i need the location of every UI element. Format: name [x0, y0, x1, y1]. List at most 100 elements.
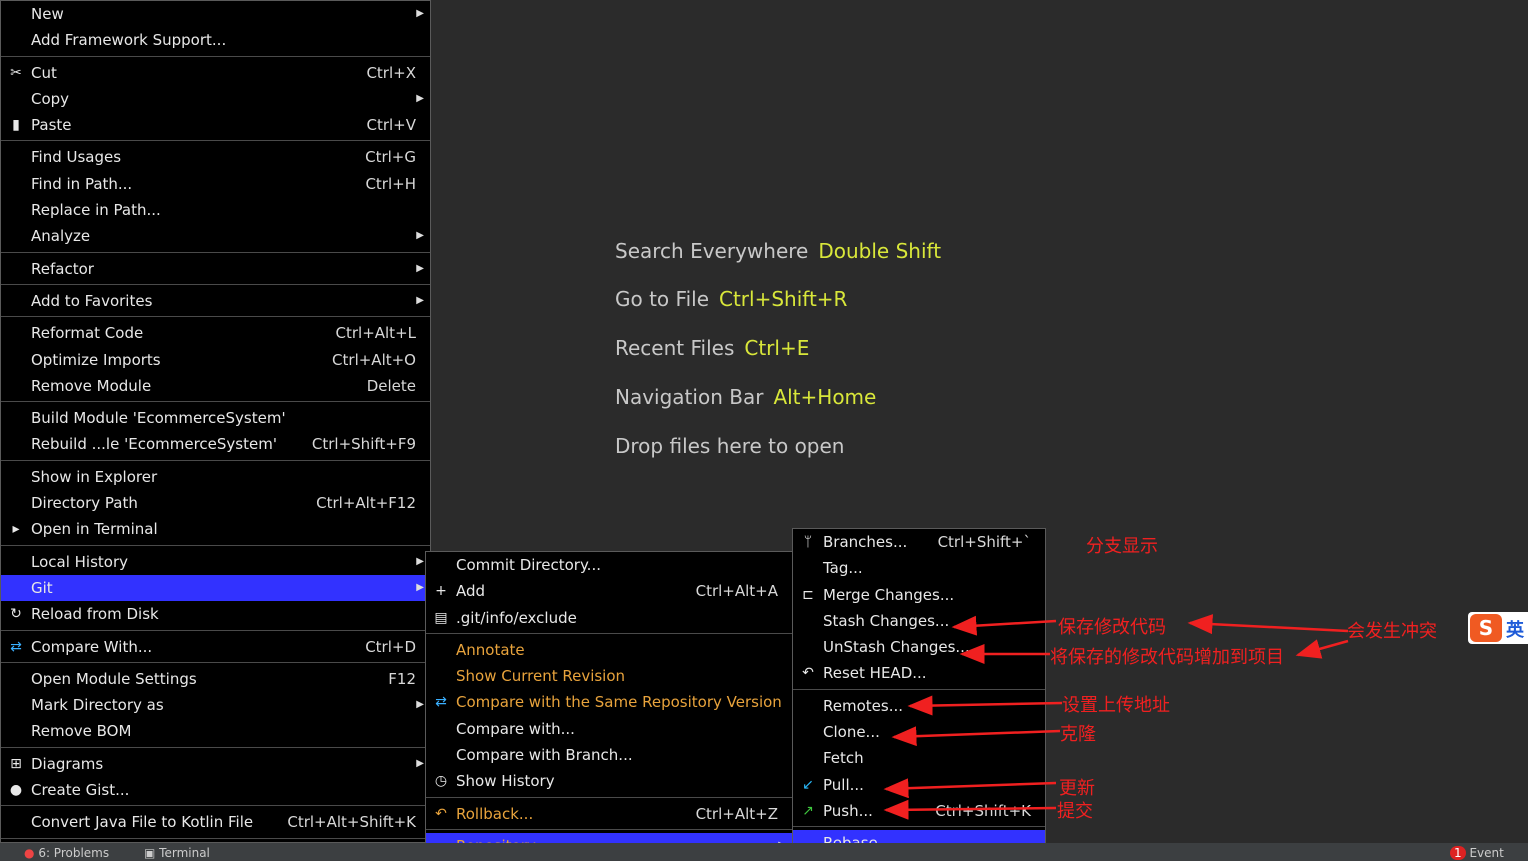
- menu-item-copy[interactable]: Copy ▶: [1, 86, 430, 112]
- menu-item-clone[interactable]: Clone...: [793, 719, 1045, 745]
- menu-item-convert-java-file-to-kotlin-file[interactable]: Convert Java File to Kotlin File Ctrl+Alt…: [1, 809, 430, 835]
- menu-item-local-history[interactable]: Local History ▶: [1, 549, 430, 575]
- menu-item-build-module-ecommercesystem[interactable]: Build Module 'EcommerceSystem': [1, 405, 430, 431]
- menu-item-git-info-exclude[interactable]: ▤ .git/info/exclude: [426, 605, 792, 631]
- menu-item-directory-path[interactable]: Directory Path Ctrl+Alt+F12: [1, 490, 430, 516]
- shortcut-label: Ctrl+Shift+F9: [311, 435, 416, 454]
- menu-item-rebuild-le-ecommercesystem[interactable]: Rebuild ...le 'EcommerceSystem' Ctrl+Shif…: [1, 431, 430, 457]
- menu-item-stash-changes[interactable]: Stash Changes...: [793, 608, 1045, 634]
- menu-item-compare-with[interactable]: Compare with...: [426, 716, 792, 742]
- scissors-icon: ✂: [10, 64, 22, 81]
- menu-item-compare-with-the-same-repository-version[interactable]: ⇄ Compare with the Same Repository Versio…: [426, 689, 792, 715]
- menu-item-analyze[interactable]: Analyze ▶: [1, 223, 430, 249]
- menu-item-show-history[interactable]: ◷ Show History: [426, 768, 792, 794]
- hint-recent-files: Recent Files Ctrl+E: [615, 336, 810, 360]
- menu-item-label: Show Current Revision: [456, 667, 626, 686]
- menu-item-add[interactable]: + Add Ctrl+Alt+A: [426, 578, 792, 604]
- submenu-arrow-icon: ▶: [416, 92, 424, 104]
- menu-item-remotes[interactable]: Remotes...: [793, 693, 1045, 719]
- context-menu: New ▶ Add Framework Support... ✂ Cut Ctrl+X Co…: [0, 0, 431, 861]
- event-log-tab[interactable]: 1 Event Log: [1450, 846, 1528, 861]
- terminal-tab[interactable]: ▣ Terminal: [144, 846, 210, 860]
- menu-item-remove-bom[interactable]: Remove BOM: [1, 718, 430, 744]
- menu-item-label: Add: [456, 582, 486, 601]
- reload-icon: ↻: [10, 606, 22, 623]
- menu-item-replace-in-path[interactable]: Replace in Path...: [1, 197, 430, 223]
- shortcut-label: Ctrl+Alt+O: [332, 350, 416, 369]
- clipboard-icon: ▮: [12, 117, 20, 134]
- menu-item-git[interactable]: Git ▶: [1, 574, 430, 602]
- branch-icon: ᛘ: [803, 534, 813, 550]
- menu-item-label: Reload from Disk: [31, 605, 159, 624]
- menu-item-label: Show History: [456, 772, 555, 791]
- menu-item-new[interactable]: New ▶: [1, 1, 430, 27]
- merge-icon: ⊏: [802, 586, 814, 603]
- shortcut-label: Ctrl+V: [366, 116, 416, 135]
- menu-item-find-usages[interactable]: Find Usages Ctrl+G: [1, 144, 430, 170]
- menu-item-optimize-imports[interactable]: Optimize Imports Ctrl+Alt+O: [1, 347, 430, 373]
- undo-icon: ↶: [435, 805, 447, 822]
- menu-item-label: Build Module 'EcommerceSystem': [31, 409, 286, 428]
- menu-item-unstash-changes[interactable]: UnStash Changes...: [793, 634, 1045, 660]
- menu-item-fetch[interactable]: Fetch: [793, 745, 1045, 771]
- menu-item-branches[interactable]: ᛘ Branches... Ctrl+Shift+`: [793, 529, 1045, 555]
- menu-item-label: Compare with...: [456, 719, 575, 738]
- menu-item-label: Git: [31, 578, 53, 597]
- submenu-arrow-icon: ▶: [416, 555, 424, 567]
- menu-item-show-in-explorer[interactable]: Show in Explorer: [1, 464, 430, 490]
- menu-item-commit-directory[interactable]: Commit Directory...: [426, 552, 792, 578]
- menu-item-tag[interactable]: Tag...: [793, 555, 1045, 581]
- menu-item-add-framework-support[interactable]: Add Framework Support...: [1, 27, 430, 53]
- menu-item-label: Remove Module: [31, 376, 152, 395]
- menu-item-show-current-revision[interactable]: Show Current Revision: [426, 663, 792, 689]
- submenu-arrow-icon: ▶: [416, 699, 424, 711]
- menu-item-mark-directory-as[interactable]: Mark Directory as ▶: [1, 692, 430, 718]
- menu-item-label: Find Usages: [31, 148, 122, 167]
- menu-item-reload-from-disk[interactable]: ↻ Reload from Disk: [1, 601, 430, 627]
- submenu-arrow-icon: ▶: [416, 262, 424, 274]
- arrow-conflict-unstash: [1295, 639, 1349, 659]
- menu-item-label: Replace in Path...: [31, 201, 161, 220]
- menu-item-create-gist[interactable]: ● Create Gist...: [1, 777, 430, 803]
- menu-item-label: Cut: [31, 63, 57, 82]
- menu-item-pull[interactable]: ↙ Pull...: [793, 772, 1045, 798]
- menu-item-merge-changes[interactable]: ⊏ Merge Changes...: [793, 582, 1045, 608]
- menu-item-label: Open in Terminal: [31, 520, 158, 539]
- undo-icon: ↶: [802, 665, 814, 682]
- annotation-clone: 克隆: [1060, 724, 1096, 745]
- menu-item-add-to-favorites[interactable]: Add to Favorites ▶: [1, 288, 430, 314]
- menu-item-label: .git/info/exclude: [456, 608, 577, 627]
- menu-item-paste[interactable]: ▮ Paste Ctrl+V: [1, 112, 430, 138]
- shortcut-label: Ctrl+Shift+K: [935, 801, 1031, 820]
- menu-item-compare-with[interactable]: ⇄ Compare With... Ctrl+D: [1, 634, 430, 660]
- menu-item-find-in-path[interactable]: Find in Path... Ctrl+H: [1, 171, 430, 197]
- menu-item-annotate[interactable]: Annotate: [426, 637, 792, 663]
- shortcut-label: Ctrl+Alt+A: [695, 582, 778, 601]
- menu-item-reset-head[interactable]: ↶ Reset HEAD...: [793, 660, 1045, 686]
- ime-indicator[interactable]: S 英: [1468, 612, 1528, 644]
- menu-item-remove-module[interactable]: Remove Module Delete: [1, 373, 430, 399]
- hint-navigation-bar: Navigation Bar Alt+Home: [615, 385, 877, 409]
- clock-icon: ◷: [434, 773, 448, 790]
- menu-item-label: Mark Directory as: [31, 696, 164, 715]
- menu-item-diagrams[interactable]: ⊞ Diagrams ▶: [1, 751, 430, 777]
- menu-item-label: Reformat Code: [31, 324, 144, 343]
- menu-item-reformat-code[interactable]: Reformat Code Ctrl+Alt+L: [1, 320, 430, 346]
- menu-item-compare-with-branch[interactable]: Compare with Branch...: [426, 742, 792, 768]
- menu-item-open-in-terminal[interactable]: ▸ Open in Terminal: [1, 516, 430, 542]
- menu-item-open-module-settings[interactable]: Open Module Settings F12: [1, 666, 430, 692]
- menu-item-rollback[interactable]: ↶ Rollback... Ctrl+Alt+Z: [426, 801, 792, 827]
- menu-item-label: Merge Changes...: [823, 585, 955, 604]
- menu-item-push[interactable]: ↗ Push... Ctrl+Shift+K: [793, 798, 1045, 824]
- menu-item-label: Remove BOM: [31, 722, 132, 741]
- submenu-arrow-icon: ▶: [416, 8, 424, 19]
- terminal-icon: ▸: [12, 521, 20, 538]
- shortcut-label: Ctrl+H: [365, 174, 416, 193]
- menu-item-refactor[interactable]: Refactor ▶: [1, 256, 430, 282]
- menu-item-cut[interactable]: ✂ Cut Ctrl+X: [1, 60, 430, 86]
- menu-item-label: Stash Changes...: [823, 611, 950, 630]
- hint-drop-files: Drop files here to open: [615, 434, 845, 458]
- push-arrow-icon: ↗: [802, 802, 814, 819]
- terminal-icon: ▣: [144, 846, 156, 860]
- problems-tab[interactable]: ● 6: Problems: [24, 846, 109, 860]
